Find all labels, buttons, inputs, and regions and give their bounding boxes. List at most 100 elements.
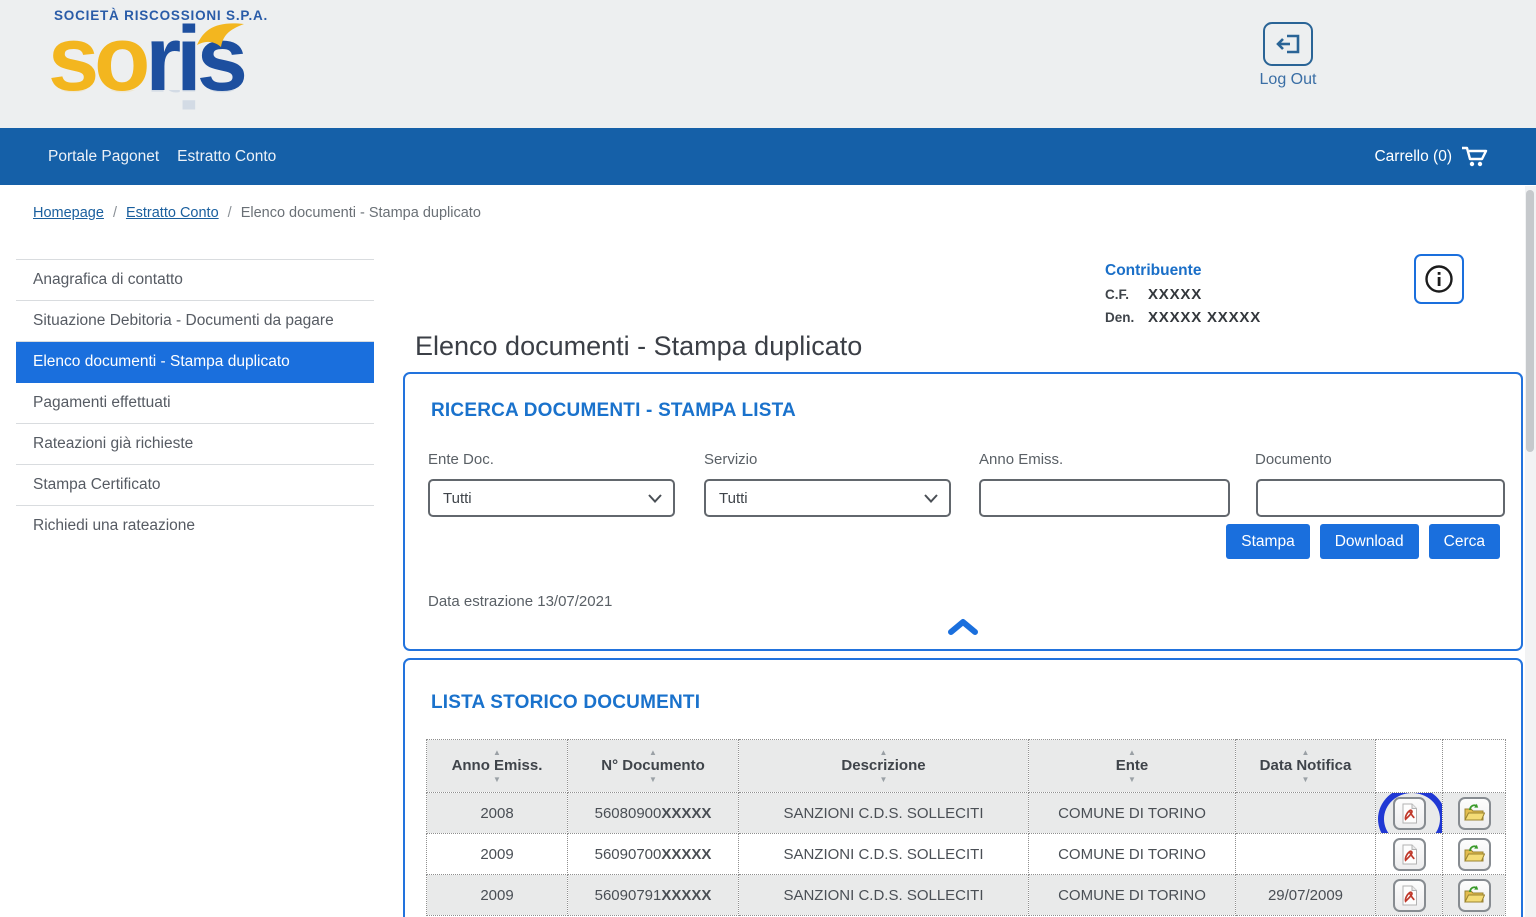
- column-header[interactable]: ▲ Descrizione ▼: [739, 740, 1029, 793]
- sidebar-item[interactable]: Richiedi una rateazione: [16, 506, 374, 546]
- main-navbar: Portale Pagonet Estratto Conto Carrello …: [0, 128, 1536, 185]
- chevron-up-icon: [947, 618, 979, 636]
- documento-masked: XXXXX: [661, 887, 711, 904]
- ente-doc-label: Ente Doc.: [428, 451, 494, 468]
- cell-pdf-action: [1376, 834, 1443, 875]
- cell-anno-emiss: 2009: [427, 875, 568, 916]
- documento-label: Documento: [1255, 451, 1332, 468]
- breadcrumb-homepage[interactable]: Homepage: [33, 205, 104, 221]
- logo-flag-icon: [194, 19, 246, 49]
- breadcrumb-current-page: Elenco documenti - Stampa duplicato: [241, 205, 481, 221]
- column-header[interactable]: ▲ N° Documento ▼: [568, 740, 739, 793]
- table-row: 2008 56080900XXXXX SANZIONI C.D.S. SOLLE…: [427, 793, 1506, 834]
- cell-ente: COMUNE DI TORINO: [1029, 793, 1236, 834]
- sidebar-item[interactable]: Situazione Debitoria - Documenti da paga…: [16, 301, 374, 342]
- sidebar-item-label: Anagrafica di contatto: [33, 271, 183, 288]
- info-icon: [1424, 264, 1454, 294]
- cell-anno-emiss: 2008: [427, 793, 568, 834]
- sidebar-item-label: Rateazioni già richieste: [33, 435, 193, 452]
- info-button[interactable]: [1414, 254, 1464, 304]
- nav-item-portale-pagonet[interactable]: Portale Pagonet: [48, 148, 159, 166]
- cell-pdf-action: [1376, 875, 1443, 916]
- logo-wordmark: soris: [48, 17, 268, 102]
- cell-descrizione: SANZIONI C.D.S. SOLLECITI: [739, 875, 1029, 916]
- pdf-print-button[interactable]: [1393, 838, 1426, 871]
- column-label: Anno Emiss.: [427, 757, 567, 775]
- cell-data-notifica: [1236, 834, 1376, 875]
- cart-label: Carrello (0): [1374, 148, 1452, 166]
- extraction-date: Data estrazione 13/07/2021: [428, 593, 612, 610]
- column-label: N° Documento: [568, 757, 738, 775]
- collapse-panel-button[interactable]: [947, 618, 979, 636]
- cell-numero-documento: 56090791XXXXX: [568, 875, 739, 916]
- cell-ente: COMUNE DI TORINO: [1029, 875, 1236, 916]
- sort-desc-icon: ▼: [427, 775, 567, 784]
- pdf-file-icon: [1400, 803, 1419, 824]
- cart-button[interactable]: Carrello (0): [1374, 145, 1488, 168]
- ente-doc-select[interactable]: Tutti: [428, 479, 675, 517]
- cell-data-notifica: 29/07/2009: [1236, 875, 1376, 916]
- logout-button[interactable]: Log Out: [1259, 22, 1317, 89]
- cell-folder-action: [1443, 834, 1506, 875]
- sidebar-item-label: Situazione Debitoria - Documenti da paga…: [33, 312, 334, 329]
- open-folder-icon: [1463, 803, 1485, 823]
- den-label: Den.: [1105, 310, 1148, 325]
- folder-download-button[interactable]: [1458, 797, 1491, 830]
- cart-icon: [1461, 145, 1488, 168]
- column-header[interactable]: ▲ Anno Emiss. ▼: [427, 740, 568, 793]
- anno-emiss-label: Anno Emiss.: [979, 451, 1063, 468]
- contribuente-block: Contribuente C.F. XXXXX Den. XXXXX XXXXX: [1105, 262, 1261, 326]
- logo-reflection: soris: [48, 90, 268, 116]
- search-panel-title: RICERCA DOCUMENTI - STAMPA LISTA: [431, 400, 796, 422]
- anno-emiss-input[interactable]: [979, 479, 1230, 517]
- cell-folder-action: [1443, 793, 1506, 834]
- sidebar-item[interactable]: Stampa Certificato: [16, 465, 374, 506]
- sidebar-item-label: Stampa Certificato: [33, 476, 161, 493]
- column-header[interactable]: ▲ Data Notifica ▼: [1236, 740, 1376, 793]
- search-panel: RICERCA DOCUMENTI - STAMPA LISTA Ente Do…: [403, 372, 1523, 651]
- column-header[interactable]: ▲ ▼: [1376, 740, 1443, 793]
- column-header[interactable]: ▲ Ente ▼: [1029, 740, 1236, 793]
- sort-asc-icon: ▲: [427, 748, 567, 757]
- top-header: SOCIETÀ RISCOSSIONI S.P.A. soris soris: [0, 0, 1536, 128]
- documento-masked: XXXXX: [661, 805, 711, 822]
- nav-item-estratto-conto[interactable]: Estratto Conto: [177, 148, 276, 166]
- document-list-panel: LISTA STORICO DOCUMENTI ▲ Anno Emiss. ▼ …: [403, 658, 1523, 917]
- cerca-button[interactable]: Cerca: [1429, 524, 1500, 559]
- documento-input[interactable]: [1256, 479, 1505, 517]
- breadcrumb-estratto-conto[interactable]: Estratto Conto: [126, 205, 219, 221]
- sidebar-item[interactable]: Pagamenti effettuati: [16, 383, 374, 424]
- folder-download-button[interactable]: [1458, 838, 1491, 871]
- folder-download-button[interactable]: [1458, 879, 1491, 912]
- pdf-print-button[interactable]: [1393, 797, 1426, 830]
- documento-masked: XXXXX: [661, 846, 711, 863]
- sidebar-item[interactable]: Rateazioni già richieste: [16, 424, 374, 465]
- open-folder-icon: [1463, 844, 1485, 864]
- column-header[interactable]: ▲ ▼: [1443, 740, 1506, 793]
- vertical-scrollbar[interactable]: [1525, 186, 1536, 917]
- table-row: 2009 56090791XXXXX SANZIONI C.D.S. SOLLE…: [427, 875, 1506, 916]
- breadcrumb: Homepage / Estratto Conto / Elenco docum…: [33, 205, 481, 221]
- soris-logo[interactable]: SOCIETÀ RISCOSSIONI S.P.A. soris soris: [48, 8, 268, 116]
- column-label: Descrizione: [739, 757, 1028, 775]
- cf-label: C.F.: [1105, 287, 1148, 302]
- stampa-button[interactable]: Stampa: [1226, 524, 1309, 559]
- sort-desc-icon: ▼: [739, 775, 1028, 784]
- servizio-select[interactable]: Tutti: [704, 479, 951, 517]
- pdf-file-icon: [1400, 885, 1419, 906]
- documents-table: ▲ Anno Emiss. ▼ ▲ N° Documento ▼ ▲ Descr…: [426, 739, 1506, 916]
- logout-icon: [1274, 32, 1302, 56]
- logout-icon-frame[interactable]: [1263, 22, 1313, 66]
- pdf-print-button[interactable]: [1393, 879, 1426, 912]
- cell-numero-documento: 56080900XXXXX: [568, 793, 739, 834]
- open-folder-icon: [1463, 885, 1485, 905]
- cf-value: XXXXX: [1148, 286, 1202, 303]
- table-header-row: ▲ Anno Emiss. ▼ ▲ N° Documento ▼ ▲ Descr…: [427, 740, 1506, 793]
- sidebar-menu: Anagrafica di contatto Situazione Debito…: [16, 259, 374, 546]
- sidebar-item[interactable]: Anagrafica di contatto: [16, 260, 374, 301]
- cell-descrizione: SANZIONI C.D.S. SOLLECITI: [739, 834, 1029, 875]
- download-button[interactable]: Download: [1320, 524, 1419, 559]
- sidebar-item[interactable]: Elenco documenti - Stampa duplicato: [16, 342, 374, 383]
- cell-data-notifica: [1236, 793, 1376, 834]
- scrollbar-thumb[interactable]: [1526, 190, 1534, 452]
